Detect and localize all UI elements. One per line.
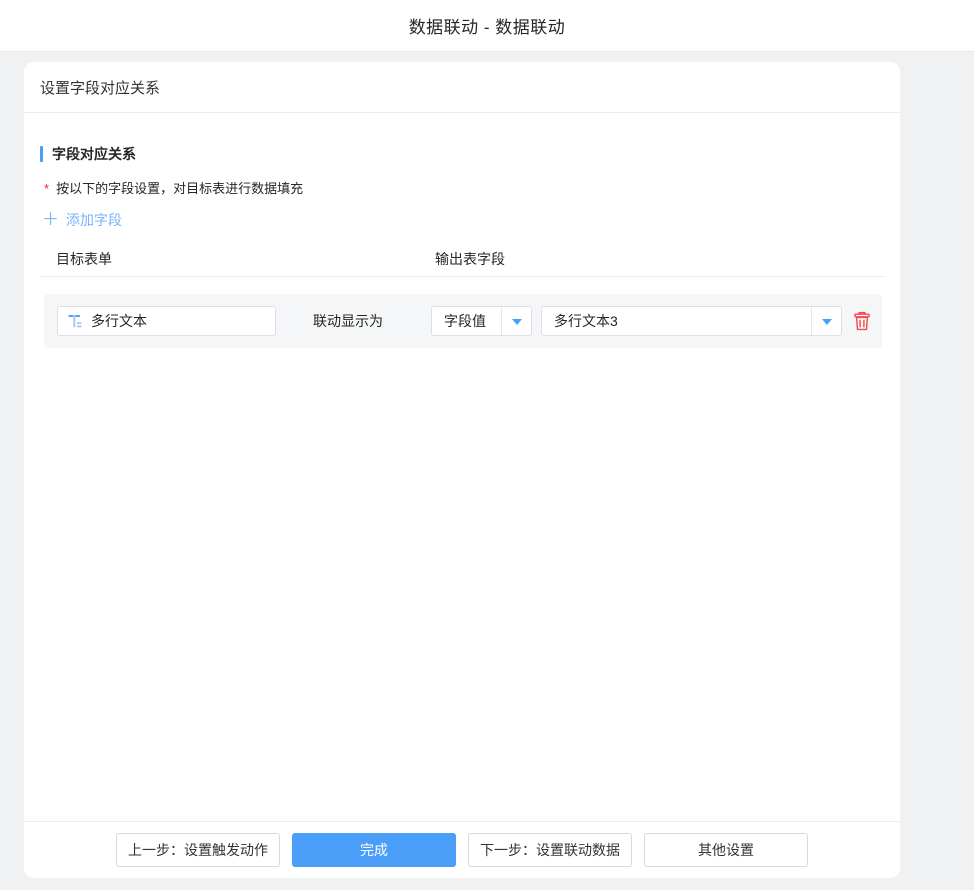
value-type-caret-box[interactable] [501, 307, 531, 335]
column-header-target-form: 目标表单 [56, 249, 112, 269]
panel-header: 设置字段对应关系 [24, 62, 900, 113]
section-title: 字段对应关系 [40, 144, 884, 164]
add-field-label: 添加字段 [66, 210, 122, 230]
output-field-select[interactable]: 多行文本3 [541, 306, 842, 336]
add-field-button[interactable]: ＋ 添加字段 [40, 210, 122, 230]
column-divider [40, 276, 884, 277]
required-note-text: 按以下的字段设置，对目标表进行数据填充 [56, 178, 303, 197]
multiline-text-icon [67, 313, 83, 329]
target-field-input[interactable]: 多行文本 [57, 306, 276, 336]
panel-body: 字段对应关系 * 按以下的字段设置，对目标表进行数据填充 ＋ 添加字段 目标表单… [24, 144, 900, 348]
plus-icon: ＋ [42, 213, 59, 227]
settings-card: 设置字段对应关系 字段对应关系 * 按以下的字段设置，对目标表进行数据填充 ＋ … [24, 62, 900, 878]
section-accent-bar [40, 146, 43, 162]
finish-button[interactable]: 完成 [292, 833, 456, 867]
section-title-label: 字段对应关系 [52, 144, 136, 164]
column-header-output-field: 输出表字段 [435, 249, 505, 269]
output-field-caret-box[interactable] [811, 307, 841, 335]
field-mapping-row: 多行文本 联动显示为 字段值 多行文本3 [44, 294, 882, 348]
required-asterisk: * [44, 181, 49, 196]
page-title: 数据联动 - 数据联动 [409, 13, 566, 38]
panel-title: 设置字段对应关系 [40, 77, 160, 98]
chevron-down-icon [822, 319, 832, 325]
trash-icon [853, 311, 871, 331]
delete-row-button[interactable] [853, 311, 871, 331]
prev-step-button[interactable]: 上一步：设置触发动作 [116, 833, 280, 867]
output-field-selected: 多行文本3 [542, 311, 811, 331]
next-step-button[interactable]: 下一步：设置联动数据 [468, 833, 632, 867]
column-headers: 目标表单 输出表字段 [40, 249, 884, 267]
wizard-footer: 上一步：设置触发动作 完成 下一步：设置联动数据 其他设置 [24, 821, 900, 878]
target-field-name: 多行文本 [91, 311, 147, 331]
value-type-selected: 字段值 [432, 311, 501, 331]
value-type-select[interactable]: 字段值 [431, 306, 532, 336]
other-settings-button[interactable]: 其他设置 [644, 833, 808, 867]
required-note: * 按以下的字段设置，对目标表进行数据填充 [40, 178, 884, 197]
relation-label: 联动显示为 [313, 294, 383, 348]
top-bar: 数据联动 - 数据联动 [0, 0, 974, 52]
chevron-down-icon [512, 319, 522, 325]
